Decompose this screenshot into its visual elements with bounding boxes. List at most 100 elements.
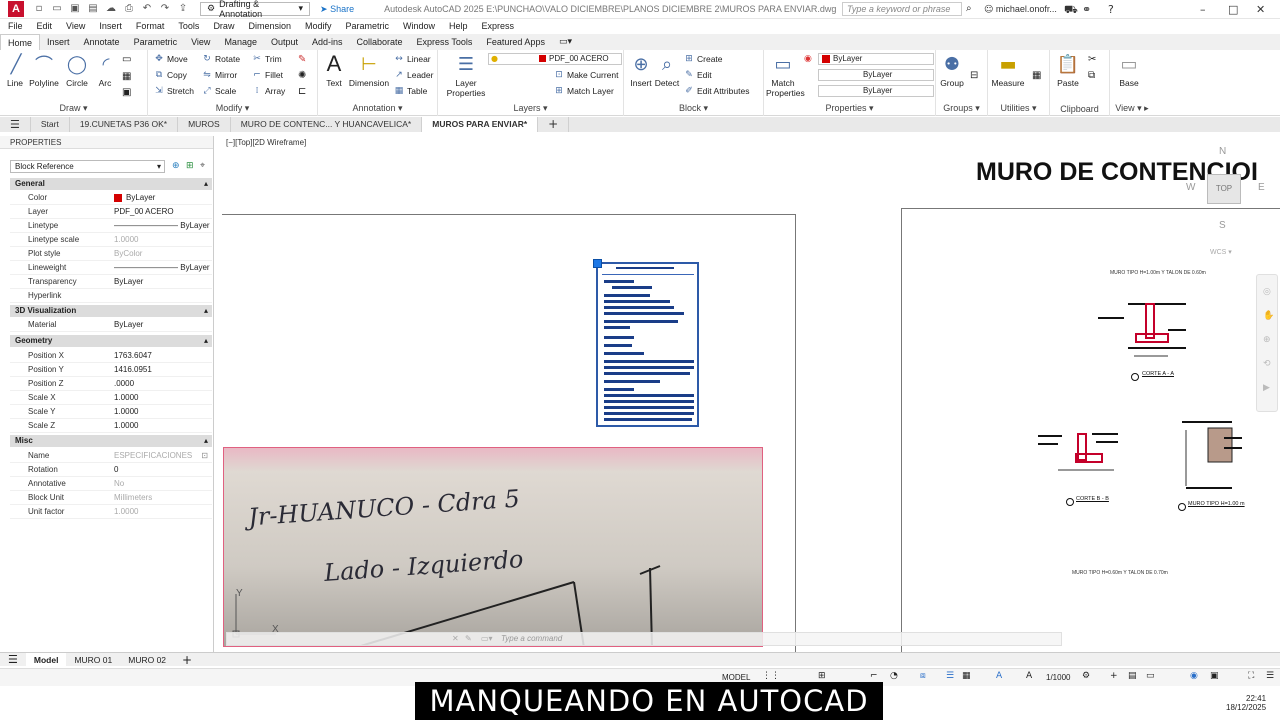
stretch-button[interactable]: ⇲ Stretch	[154, 86, 194, 96]
menu-help[interactable]: Help	[449, 21, 468, 31]
boundary-icon[interactable]: ▣	[122, 87, 131, 98]
annotation-panel-title[interactable]: Annotation ▾	[318, 103, 437, 114]
share-button[interactable]: ➤ Share	[320, 4, 354, 15]
prop-row-hyperlink[interactable]: Hyperlink	[10, 289, 212, 303]
doc-tab-muro-contencion[interactable]: MURO DE CONTENC... Y HUANCAVELICA*	[231, 117, 423, 132]
doc-tab-cunetas[interactable]: 19.CUNETAS P36 OK*	[70, 117, 179, 132]
menu-draw[interactable]: Draw	[213, 21, 234, 31]
properties-panel-title[interactable]: Properties ▾	[764, 103, 935, 114]
tab-addins[interactable]: Add-ins	[305, 34, 350, 50]
ribbon-toggle-icon[interactable]: ▭▾	[552, 34, 579, 50]
leader-button[interactable]: ↗ Leader	[394, 70, 433, 80]
groups-panel-title[interactable]: Groups ▾	[936, 103, 987, 114]
hardware-acceleration-icon[interactable]: ▣	[1210, 671, 1219, 681]
trim-button[interactable]: ✂ Trim	[252, 54, 281, 64]
undo-icon[interactable]: ↶	[140, 2, 154, 16]
scale-button[interactable]: ⤢ Scale	[202, 86, 236, 96]
table-button[interactable]: ▦ Table	[394, 86, 428, 96]
prop-row-lineweight[interactable]: Lineweight ———————— ByLayer	[10, 261, 212, 275]
workspace-switch-icon[interactable]: ⚙	[1082, 671, 1090, 681]
calculator-icon[interactable]: ▦	[1032, 70, 1041, 81]
orbit-icon[interactable]: ⟲	[1263, 359, 1271, 369]
erase-icon[interactable]: ✎	[298, 54, 306, 65]
array-button[interactable]: ⁞ Array	[252, 86, 286, 96]
color-dropdown[interactable]: ByLayer	[818, 53, 934, 65]
copy-button[interactable]: ⧉ Copy	[154, 70, 187, 80]
annotation-scale-value[interactable]: 1/1000	[1046, 673, 1070, 682]
match-layer-button[interactable]: ⊞ Match Layer	[554, 86, 614, 96]
polar-icon[interactable]: ◔	[890, 671, 898, 681]
user-account[interactable]: ☺ michael.onofr...	[984, 4, 1057, 15]
print-icon[interactable]: ⎙	[122, 2, 136, 16]
ortho-icon[interactable]: ⌐	[870, 671, 878, 681]
prop-row-scale-x[interactable]: Scale X 1.0000	[10, 391, 212, 405]
doc-tab-muros-para-enviar[interactable]: MUROS PARA ENVIAR*	[422, 117, 539, 132]
menu-window[interactable]: Window	[403, 21, 435, 31]
layer-properties-button[interactable]: ☰ Layer Properties	[446, 52, 486, 99]
insert-block-button[interactable]: ⊕ Insert	[628, 52, 654, 89]
section-general[interactable]: General ▴	[10, 178, 212, 190]
wcs-menu[interactable]: WCS ▾	[1210, 248, 1232, 256]
selection-cycling-icon[interactable]: ⧈	[920, 671, 926, 681]
lineweight-icon[interactable]: ☰	[946, 671, 954, 681]
prop-row-unit-factor[interactable]: Unit factor 1.0000	[10, 505, 212, 519]
arc-button[interactable]: ◜ Arc	[94, 52, 116, 89]
menu-file[interactable]: File	[8, 21, 23, 31]
autocad-logo[interactable]: A	[8, 1, 24, 17]
prop-row-linetype[interactable]: Linetype ———————— ByLayer	[10, 219, 212, 233]
ungroup-icon[interactable]: ⊟	[970, 70, 978, 81]
cart-icon[interactable]: ⛟	[1064, 3, 1078, 18]
tab-express-tools[interactable]: Express Tools	[410, 34, 480, 50]
group-button[interactable]: ⚉ Group	[940, 52, 964, 89]
grid-icon[interactable]: ⋮⋮	[762, 671, 780, 681]
match-properties-button[interactable]: ▭ Match Properties	[766, 52, 805, 99]
clipboard-panel-title[interactable]: Clipboard	[1050, 104, 1109, 114]
menu-dimension[interactable]: Dimension	[248, 21, 291, 31]
layout-menu-icon[interactable]: ☰	[0, 653, 26, 667]
tab-view[interactable]: View	[184, 34, 217, 50]
make-current-button[interactable]: ⊡ Make Current	[554, 70, 618, 80]
prop-row-pos-z[interactable]: Position Z .0000	[10, 377, 212, 391]
rotate-button[interactable]: ↻ Rotate	[202, 54, 240, 64]
cut-icon[interactable]: ✂	[1088, 54, 1096, 65]
prop-row-scale-z[interactable]: Scale Z 1.0000	[10, 419, 212, 433]
close-command-icon[interactable]: ✕	[452, 633, 459, 645]
edit-block-button[interactable]: ✎ Edit	[684, 70, 711, 80]
move-button[interactable]: ✥ Move	[154, 54, 188, 64]
section-misc[interactable]: Misc ▴	[10, 435, 212, 447]
measure-button[interactable]: ▬ Measure	[990, 52, 1026, 89]
menu-insert[interactable]: Insert	[99, 21, 122, 31]
menu-format[interactable]: Format	[136, 21, 165, 31]
command-line[interactable]: ✕ ✎ ▭▾ Type a command	[226, 632, 1062, 646]
prop-row-rotation[interactable]: Rotation 0	[10, 463, 212, 477]
menu-modify[interactable]: Modify	[305, 21, 332, 31]
quick-properties-icon[interactable]: ▭	[1146, 671, 1155, 681]
full-navigation-wheel-icon[interactable]: ◎	[1263, 287, 1271, 297]
compass-north[interactable]: N	[1219, 146, 1226, 157]
linear-button[interactable]: ↔ Linear	[394, 54, 430, 64]
prop-row-name[interactable]: Name ESPECIFICACIONES ⊡	[10, 449, 212, 463]
create-block-button[interactable]: ⊞ Create	[684, 54, 722, 64]
viewcube-top[interactable]: TOP	[1207, 174, 1241, 204]
cloud-icon[interactable]: ☁	[104, 2, 118, 16]
compass-south[interactable]: S	[1219, 220, 1226, 231]
tab-manage[interactable]: Manage	[217, 34, 264, 50]
prop-row-transparency[interactable]: Transparency ByLayer	[10, 275, 212, 289]
redo-icon[interactable]: ↷	[158, 2, 172, 16]
clean-screen-icon[interactable]: ⛶	[1248, 671, 1254, 681]
customize-command-icon[interactable]: ✎	[465, 633, 472, 645]
paste-button[interactable]: 📋 Paste	[1054, 52, 1082, 89]
menu-express[interactable]: Express	[482, 21, 515, 31]
layers-panel-title[interactable]: Layers ▾	[438, 103, 623, 114]
tab-insert[interactable]: Insert	[40, 34, 77, 50]
grip-handle[interactable]	[593, 259, 602, 268]
close-icon[interactable]: ✕	[1256, 3, 1265, 16]
showmotion-icon[interactable]: ▶	[1263, 383, 1270, 393]
search-input[interactable]: Type a keyword or phrase	[842, 2, 962, 16]
rectangle-icon[interactable]: ▭	[122, 54, 131, 65]
base-view-button[interactable]: ▭ Base	[1114, 52, 1144, 89]
pan-icon[interactable]: ✋	[1263, 311, 1274, 321]
detect-button[interactable]: ⌕ Detect	[654, 52, 680, 89]
dimension-button[interactable]: ⊢ Dimension	[348, 52, 390, 89]
draw-panel-title[interactable]: Draw ▾	[0, 103, 147, 114]
